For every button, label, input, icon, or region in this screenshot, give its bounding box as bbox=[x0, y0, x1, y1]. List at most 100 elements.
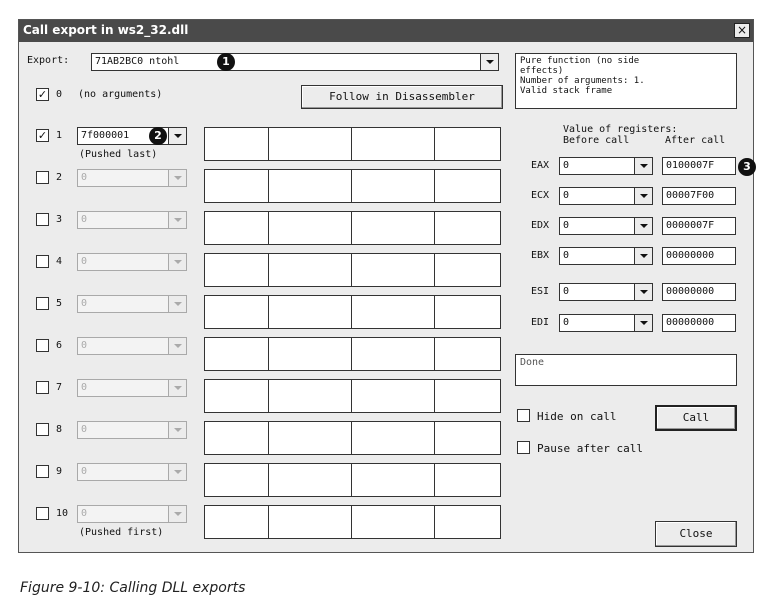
hide-on-call-checkbox[interactable] bbox=[517, 409, 530, 422]
argument-value: 0 bbox=[81, 466, 88, 477]
argument-checkbox[interactable] bbox=[36, 507, 49, 520]
call-export-dialog: Call export in ws2_32.dll × Export: 71AB… bbox=[18, 19, 756, 553]
argument-checkbox[interactable] bbox=[36, 171, 49, 184]
register-before-value: 0 bbox=[563, 317, 570, 328]
follow-in-disassembler-button[interactable]: Follow in Disassembler bbox=[301, 85, 503, 109]
chevron-down-icon[interactable] bbox=[480, 54, 498, 70]
argument-value-select: 0 bbox=[77, 505, 187, 523]
register-before-select[interactable]: 0 bbox=[559, 217, 653, 235]
argument-value-select: 0 bbox=[77, 211, 187, 229]
argument-number: 2 bbox=[56, 172, 63, 183]
argument-checkbox[interactable]: ✓ bbox=[36, 129, 49, 142]
register-before-select[interactable]: 0 bbox=[559, 157, 653, 175]
argument-value: 7f000001 bbox=[81, 130, 130, 141]
argument-memory-view bbox=[204, 337, 501, 371]
argument-value: 0 bbox=[81, 256, 88, 267]
after-call-label: After call bbox=[665, 135, 726, 146]
argument-value-select: 0 bbox=[77, 295, 187, 313]
argument-value-select: 0 bbox=[77, 463, 187, 481]
argument-memory-view bbox=[204, 169, 501, 203]
argument-checkbox[interactable] bbox=[36, 381, 49, 394]
chevron-down-icon bbox=[168, 380, 186, 396]
callout-marker-2: 2 bbox=[149, 127, 167, 145]
argument-memory-view bbox=[204, 463, 501, 497]
argument-memory-view bbox=[204, 505, 501, 539]
chevron-down-icon[interactable] bbox=[634, 315, 652, 331]
no-arguments-checkbox[interactable]: ✓ bbox=[36, 88, 49, 101]
argument-number: 10 bbox=[56, 508, 69, 519]
chevron-down-icon[interactable] bbox=[634, 158, 652, 174]
register-name: EDI bbox=[531, 317, 550, 328]
function-info-box: Pure function (no side effects) Number o… bbox=[515, 53, 737, 109]
argument-checkbox[interactable] bbox=[36, 297, 49, 310]
register-after-field[interactable]: 00000000 bbox=[662, 247, 736, 265]
register-before-value: 0 bbox=[563, 286, 570, 297]
argument-value: 0 bbox=[81, 424, 88, 435]
call-button[interactable]: Call bbox=[655, 405, 737, 431]
register-after-field[interactable]: 00000000 bbox=[662, 283, 736, 301]
argument-value: 0 bbox=[81, 172, 88, 183]
chevron-down-icon bbox=[168, 422, 186, 438]
argument-note: (Pushed first) bbox=[79, 527, 164, 538]
register-before-select[interactable]: 0 bbox=[559, 187, 653, 205]
chevron-down-icon bbox=[168, 254, 186, 270]
chevron-down-icon bbox=[168, 170, 186, 186]
register-after-field[interactable]: 00000000 bbox=[662, 314, 736, 332]
chevron-down-icon bbox=[168, 296, 186, 312]
argument-memory-view bbox=[204, 253, 501, 287]
title-bar[interactable]: Call export in ws2_32.dll × bbox=[19, 20, 753, 42]
argument-value-select: 0 bbox=[77, 169, 187, 187]
argument-checkbox[interactable] bbox=[36, 339, 49, 352]
status-box: Done bbox=[515, 354, 737, 386]
register-before-value: 0 bbox=[563, 160, 570, 171]
pause-after-call-checkbox[interactable] bbox=[517, 441, 530, 454]
pause-after-call-label: Pause after call bbox=[537, 442, 643, 455]
argument-number: 8 bbox=[56, 424, 63, 435]
register-before-select[interactable]: 0 bbox=[559, 247, 653, 265]
argument-checkbox[interactable] bbox=[36, 255, 49, 268]
argument-memory-view bbox=[204, 295, 501, 329]
chevron-down-icon[interactable] bbox=[168, 128, 186, 144]
export-select[interactable]: 71AB2BC0 ntohl bbox=[91, 53, 499, 71]
register-name: EDX bbox=[531, 220, 550, 231]
register-name: EBX bbox=[531, 250, 550, 261]
argument-checkbox[interactable] bbox=[36, 423, 49, 436]
argument-number: 4 bbox=[56, 256, 63, 267]
chevron-down-icon[interactable] bbox=[634, 188, 652, 204]
register-after-field[interactable]: 0100007F bbox=[662, 157, 736, 175]
argument-value-select: 0 bbox=[77, 421, 187, 439]
register-before-select[interactable]: 0 bbox=[559, 283, 653, 301]
hide-on-call-label: Hide on call bbox=[537, 410, 617, 423]
window-title: Call export in ws2_32.dll bbox=[23, 23, 189, 37]
register-after-field[interactable]: 00007F00 bbox=[662, 187, 736, 205]
argument-memory-view bbox=[204, 379, 501, 413]
argument-checkbox[interactable] bbox=[36, 213, 49, 226]
figure-caption: Figure 9-10: Calling DLL exports bbox=[20, 580, 246, 596]
register-before-select[interactable]: 0 bbox=[559, 314, 653, 332]
chevron-down-icon[interactable] bbox=[634, 218, 652, 234]
argument-memory-view bbox=[204, 421, 501, 455]
chevron-down-icon[interactable] bbox=[634, 248, 652, 264]
register-after-field[interactable]: 0000007F bbox=[662, 217, 736, 235]
chevron-down-icon bbox=[168, 338, 186, 354]
register-name: ECX bbox=[531, 190, 550, 201]
argument-value: 0 bbox=[81, 382, 88, 393]
register-before-value: 0 bbox=[563, 220, 570, 231]
argument-value-select: 0 bbox=[77, 337, 187, 355]
argument-value: 0 bbox=[81, 508, 88, 519]
argument-checkbox[interactable] bbox=[36, 465, 49, 478]
export-label: Export: bbox=[27, 55, 70, 66]
callout-marker-3: 3 bbox=[738, 158, 756, 176]
argument-value-select[interactable]: 7f000001 bbox=[77, 127, 187, 145]
register-name: EAX bbox=[531, 160, 550, 171]
argument-note: (Pushed last) bbox=[79, 149, 158, 160]
callout-marker-1: 1 bbox=[217, 53, 235, 71]
argument-value: 0 bbox=[81, 298, 88, 309]
chevron-down-icon[interactable] bbox=[634, 284, 652, 300]
registers-heading: Value of registers: bbox=[563, 124, 678, 135]
argument-value: 0 bbox=[81, 340, 88, 351]
close-icon[interactable]: × bbox=[734, 23, 750, 38]
argument-number: 6 bbox=[56, 340, 63, 351]
argument-number: 1 bbox=[56, 130, 63, 141]
close-button[interactable]: Close bbox=[655, 521, 737, 547]
